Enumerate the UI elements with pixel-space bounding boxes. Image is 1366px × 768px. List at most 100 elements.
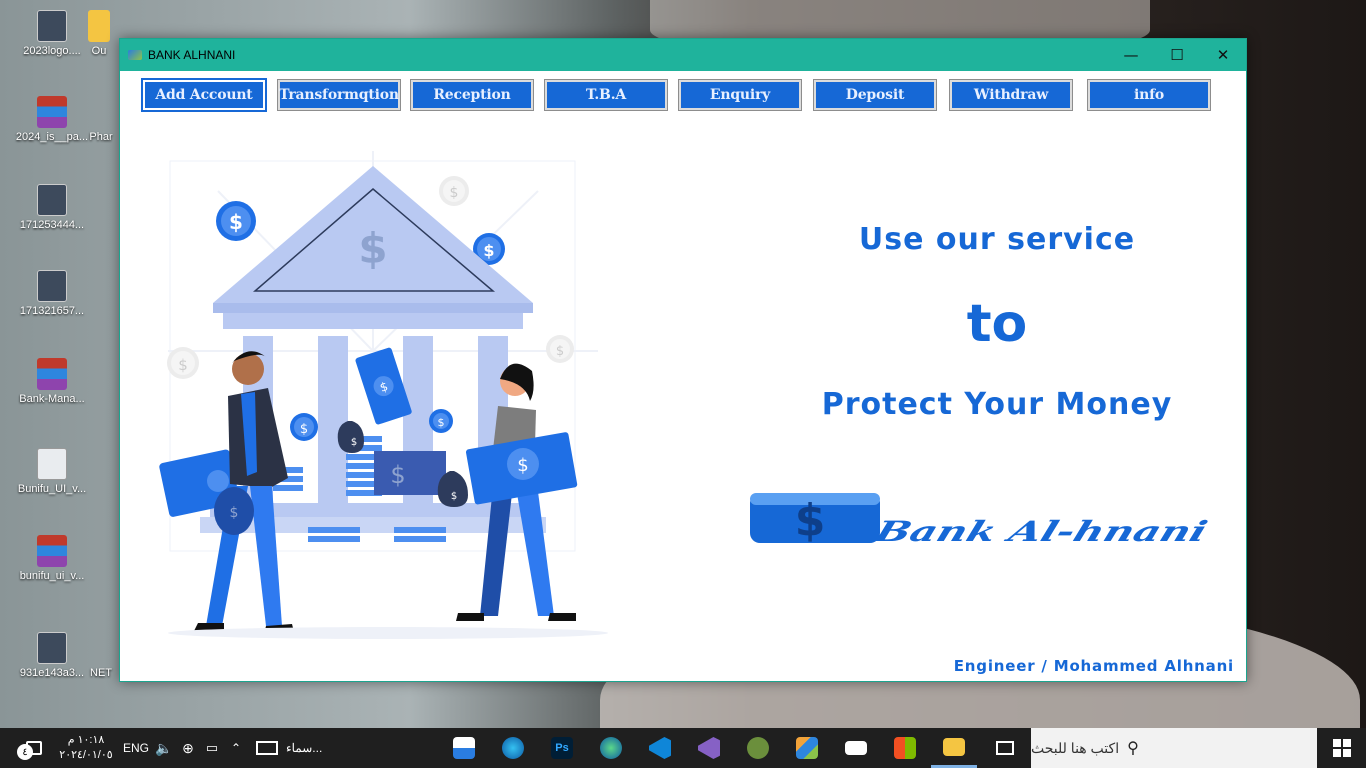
desktop-icon[interactable]: Ou <box>84 10 114 57</box>
folder-icon <box>943 737 965 756</box>
svg-text:$: $ <box>230 505 239 521</box>
desktop-icon[interactable]: NET <box>84 632 118 679</box>
news-icon <box>256 741 278 755</box>
bank-app-icon <box>128 50 142 60</box>
coin-icon: $ <box>167 347 199 379</box>
image-icon <box>37 632 67 664</box>
image-icon <box>37 270 67 302</box>
task-view-icon <box>996 741 1014 755</box>
desktop-icon[interactable]: 171253444... <box>12 184 92 231</box>
taskbar-search[interactable]: ⚲ اكتب هنا للبحث <box>1031 728 1317 768</box>
withdraw-button[interactable]: Withdraw <box>949 79 1073 111</box>
desktop-icon[interactable]: 2023logo.... <box>12 10 92 57</box>
volume-icon[interactable]: 🔈 <box>154 728 174 768</box>
show-hidden-icons[interactable]: ⌃ <box>226 728 246 768</box>
slogan-line-3: Protect Your Money <box>821 387 1173 422</box>
winrar-icon <box>37 358 67 390</box>
desktop-icon[interactable]: 171321657... <box>12 270 92 317</box>
store-icon <box>894 737 916 759</box>
taskbar-app-mail[interactable] <box>833 728 879 768</box>
maximize-button[interactable]: ☐ <box>1154 39 1200 71</box>
dollar-symbol: $ <box>795 495 826 546</box>
info-button[interactable]: info <box>1087 79 1211 111</box>
reception-button[interactable]: Reception <box>410 79 534 111</box>
desktop-icon-label: Ou <box>91 45 107 57</box>
taskbar-app-vscode[interactable] <box>637 728 683 768</box>
deposit-button[interactable]: Deposit <box>813 79 937 111</box>
svg-text:$: $ <box>556 344 564 359</box>
network-icon[interactable]: ⊕ <box>178 728 198 768</box>
gear-icon <box>37 448 67 480</box>
svg-text:$: $ <box>300 422 308 437</box>
woman-figure: $ <box>456 363 578 621</box>
taskbar-app-bank[interactable] <box>441 728 487 768</box>
photoshop-icon: Ps <box>551 737 573 759</box>
add-account-button[interactable]: Add Account <box>141 78 267 112</box>
coin-icon: $ <box>546 335 574 363</box>
taskbar-app-git[interactable] <box>735 728 781 768</box>
coin-icon: $ <box>290 413 318 441</box>
taskbar-app-netbeans[interactable] <box>784 728 830 768</box>
search-icon: ⚲ <box>1127 740 1139 757</box>
close-button[interactable]: ✕ <box>1200 39 1246 71</box>
image-icon <box>37 184 67 216</box>
slogan-line-2: to <box>966 294 1028 354</box>
taskbar-app-visual-studio[interactable] <box>686 728 732 768</box>
coin-icon: $ <box>429 409 453 433</box>
taskbar-app-file-explorer[interactable] <box>931 728 977 768</box>
desktop-icon[interactable]: Bunifu_UI_v... <box>12 448 92 495</box>
svg-text:$: $ <box>517 455 528 476</box>
desktop-icon[interactable]: 2024_is__pa... <box>12 96 92 143</box>
logo-text: Bank Al-hnani <box>869 515 1211 548</box>
taskbar-app-edge[interactable] <box>490 728 536 768</box>
edge-icon <box>502 737 524 759</box>
taskbar: ٤ ١٠:١٨ م ٢٠٢٤/٠١/٠٥ ENG 🔈 ⊕ ▭ ⌃ سماء...… <box>0 728 1366 768</box>
window-title: BANK ALHNANI <box>148 48 236 62</box>
desktop-icon-label: Bunifu_UI_v... <box>17 483 87 495</box>
svg-text:$: $ <box>351 437 357 448</box>
coin-icon: $ <box>439 176 469 206</box>
svg-text:$: $ <box>451 491 457 502</box>
title-bar[interactable]: BANK ALHNANI — ☐ ✕ <box>120 39 1246 71</box>
desktop-icon[interactable]: bunifu_ui_v... <box>12 535 92 582</box>
desktop-icon-label: Bank-Mana... <box>19 393 85 405</box>
svg-text:$: $ <box>358 224 387 273</box>
winrar-icon <box>37 535 67 567</box>
bank-logo: $ Bank Al-hnani <box>750 493 1212 548</box>
news-widget[interactable]: سماء... <box>256 728 340 768</box>
coin-icon: $ <box>216 201 256 241</box>
svg-text:$: $ <box>438 416 445 429</box>
battery-icon[interactable]: ▭ <box>202 728 222 768</box>
desktop-icon-label: NET <box>90 667 112 679</box>
desktop-icon[interactable]: Bank-Mana... <box>12 358 92 405</box>
tba-button[interactable]: T.B.A <box>544 79 668 111</box>
image-icon <box>37 10 67 42</box>
app-window: BANK ALHNANI — ☐ ✕ Add Account Transform… <box>119 38 1247 682</box>
desktop-icon-label: 2023logo.... <box>23 45 81 57</box>
task-view-button[interactable] <box>982 728 1028 768</box>
slogan-line-1: Use our service <box>858 222 1136 257</box>
svg-text:$: $ <box>483 241 494 260</box>
winrar-icon <box>37 96 67 128</box>
transformation-button[interactable]: Transformqtion <box>277 79 401 111</box>
folder-icon <box>88 10 110 42</box>
clock-date: ٢٠٢٤/٠١/٠٥ <box>59 749 113 761</box>
start-button[interactable] <box>1318 728 1366 768</box>
vscode-icon <box>649 737 671 759</box>
minimize-button[interactable]: — <box>1108 39 1154 71</box>
taskbar-app-edge-2[interactable] <box>588 728 634 768</box>
enquiry-button[interactable]: Enquiry <box>678 79 802 111</box>
desktop-icon[interactable]: 931e143a3... <box>12 632 92 679</box>
svg-text:$: $ <box>229 210 243 234</box>
desktop-icon-label: 171253444... <box>19 219 85 231</box>
man-figure: $ <box>159 351 294 634</box>
news-text: سماء... <box>286 741 323 755</box>
language-indicator[interactable]: ENG <box>120 728 152 768</box>
taskbar-app-store[interactable] <box>882 728 928 768</box>
system-clock[interactable]: ١٠:١٨ م ٢٠٢٤/٠١/٠٥ <box>56 728 116 768</box>
windows-logo-icon <box>1333 739 1351 757</box>
desktop-icon[interactable]: Phar <box>84 96 118 143</box>
taskbar-app-photoshop[interactable]: Ps <box>539 728 585 768</box>
svg-text:$: $ <box>390 461 405 489</box>
desktop-icon-label: 2024_is__pa... <box>15 131 89 143</box>
